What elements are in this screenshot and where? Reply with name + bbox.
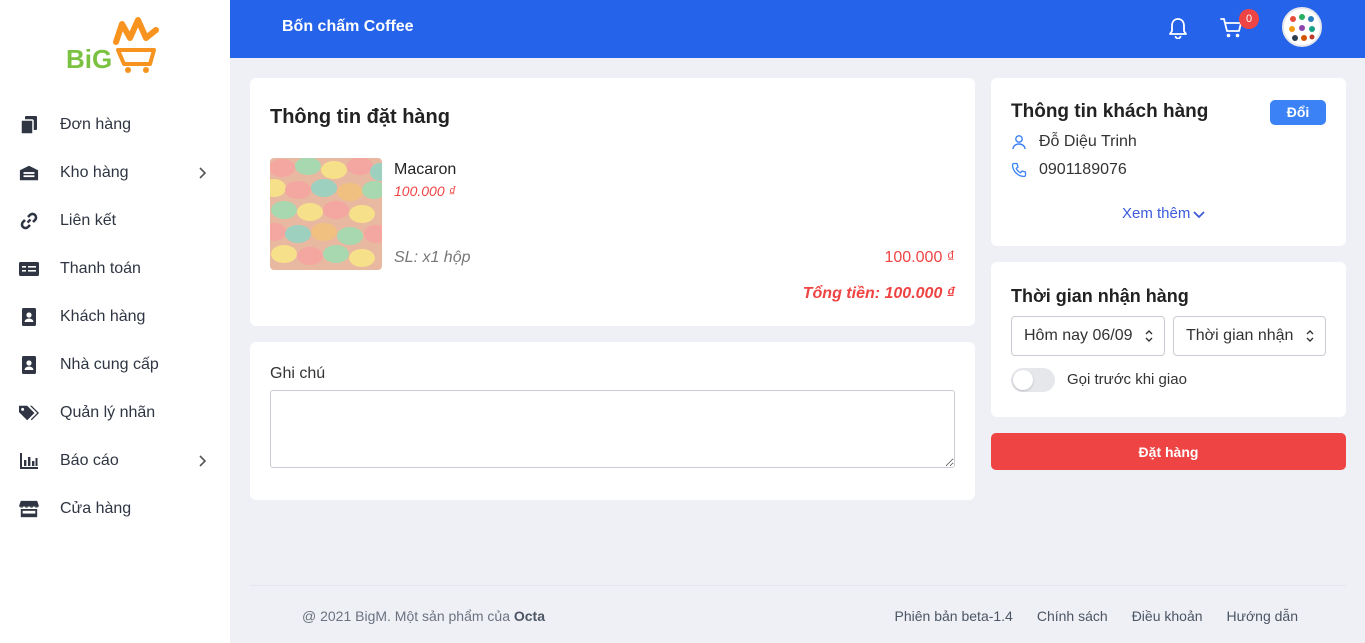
customer-phone-row: 0901189076 xyxy=(1011,161,1127,179)
company-link[interactable]: Octa xyxy=(514,608,545,624)
chevron-right-icon xyxy=(199,455,207,467)
footer-divider xyxy=(250,585,1346,586)
product-unit-price: 100.000 ₫ xyxy=(394,183,456,199)
store-icon xyxy=(19,500,39,518)
bell-icon[interactable] xyxy=(1167,17,1189,39)
footer-links: Phiên bản beta-1.4 Chính sách Điều khoản… xyxy=(895,608,1298,624)
bigm-logo[interactable]: BiG xyxy=(66,16,162,74)
note-textarea[interactable] xyxy=(270,390,955,468)
cart-count-badge: 0 xyxy=(1239,9,1259,29)
sidebar-item-label: Cửa hàng xyxy=(60,500,132,517)
sidebar-item-label: Thanh toán xyxy=(60,260,141,277)
tags-icon xyxy=(19,404,39,422)
sidebar: BiG Đơn hàng Kho hàng Liên kết Thanh toá… xyxy=(0,0,230,643)
sidebar-item-customers[interactable]: Khách hàng xyxy=(0,293,230,341)
order-info-title: Thông tin đặt hàng xyxy=(270,106,450,128)
footer-link-terms[interactable]: Điều khoản xyxy=(1132,608,1203,624)
copyright-text: @ 2021 BigM. Một sản phẩm của xyxy=(302,608,514,624)
sidebar-item-orders[interactable]: Đơn hàng xyxy=(0,101,230,149)
delivery-time-title: Thời gian nhận hàng xyxy=(1011,286,1189,306)
note-label: Ghi chú xyxy=(270,365,326,382)
product-name: Macaron xyxy=(394,161,457,178)
note-card: Ghi chú xyxy=(250,342,975,500)
supplier-book-icon xyxy=(19,356,39,374)
chevron-right-icon xyxy=(199,167,207,179)
contact-book-icon xyxy=(19,308,39,326)
footer-link-policy[interactable]: Chính sách xyxy=(1037,608,1108,624)
show-more-label: Xem thêm xyxy=(1122,205,1191,222)
top-header: Bốn chấm Coffee 0 xyxy=(230,0,1365,58)
customer-name: Đỗ Diệu Trinh xyxy=(1039,133,1137,150)
sidebar-item-store[interactable]: Cửa hàng xyxy=(0,485,230,533)
delivery-day-value: Hôm nay 06/09 xyxy=(1024,327,1133,344)
copyright: @ 2021 BigM. Một sản phẩm của Octa xyxy=(302,608,545,624)
phone-icon xyxy=(1011,162,1027,178)
store-name[interactable]: Bốn chấm Coffee xyxy=(282,18,414,36)
sidebar-nav: Đơn hàng Kho hàng Liên kết Thanh toán Kh… xyxy=(0,101,230,533)
footer-link-guide[interactable]: Hướng dẫn xyxy=(1227,608,1298,624)
delivery-day-select[interactable]: Hôm nay 06/09 xyxy=(1011,316,1165,356)
svg-text:BiG: BiG xyxy=(66,44,112,74)
place-order-button[interactable]: Đặt hàng xyxy=(991,433,1346,470)
document-copy-icon xyxy=(19,116,39,134)
sidebar-item-label: Kho hàng xyxy=(60,164,129,181)
sidebar-item-suppliers[interactable]: Nhà cung cấp xyxy=(0,341,230,389)
avatar[interactable] xyxy=(1282,7,1322,47)
user-icon xyxy=(1012,135,1026,150)
sidebar-item-label: Đơn hàng xyxy=(60,116,131,133)
delivery-time-select[interactable]: Thời gian nhận xyxy=(1173,316,1326,356)
sidebar-item-label: Khách hàng xyxy=(60,308,146,325)
call-before-toggle[interactable] xyxy=(1011,368,1055,392)
link-icon xyxy=(19,212,39,230)
delivery-time-value: Thời gian nhận xyxy=(1186,327,1294,344)
change-customer-button[interactable]: Đổi xyxy=(1270,100,1326,125)
customer-phone: 0901189076 xyxy=(1039,161,1127,178)
sidebar-item-label: Báo cáo xyxy=(60,452,119,469)
delivery-time-card: Thời gian nhận hàng Hôm nay 06/09 Thời g… xyxy=(991,262,1346,417)
product-line-total: 100.000 ₫ xyxy=(884,249,956,266)
customer-info-card: Thông tin khách hàng Đổi Đỗ Diệu Trinh 0… xyxy=(991,78,1346,246)
customer-info-title: Thông tin khách hàng xyxy=(1011,101,1209,122)
sidebar-item-label: Nhà cung cấp xyxy=(60,356,159,373)
bar-chart-icon xyxy=(19,452,39,470)
warehouse-icon xyxy=(19,164,39,182)
sidebar-item-labels[interactable]: Quản lý nhãn xyxy=(0,389,230,437)
order-grand-total: Tổng tiền: 100.000 ₫ xyxy=(802,285,955,302)
order-info-card: Thông tin đặt hàng Macaron 100.000 ₫ SL:… xyxy=(250,78,975,326)
sidebar-item-payment[interactable]: Thanh toán xyxy=(0,245,230,293)
sidebar-item-reports[interactable]: Báo cáo xyxy=(0,437,230,485)
chevron-down-icon xyxy=(1193,210,1205,218)
customer-name-row: Đỗ Diệu Trinh xyxy=(1011,133,1137,151)
call-before-label: Gọi trước khi giao xyxy=(1067,371,1187,388)
product-image xyxy=(270,158,382,270)
footer-link-version[interactable]: Phiên bản beta-1.4 xyxy=(895,608,1013,624)
select-arrows-icon xyxy=(1145,330,1153,342)
sidebar-item-warehouse[interactable]: Kho hàng xyxy=(0,149,230,197)
sidebar-item-links[interactable]: Liên kết xyxy=(0,197,230,245)
payment-card-icon xyxy=(19,260,39,278)
show-more-link[interactable]: Xem thêm xyxy=(1122,205,1205,222)
select-arrows-icon xyxy=(1306,330,1314,342)
sidebar-item-label: Quản lý nhãn xyxy=(60,404,156,421)
product-quantity: SL: x1 hộp xyxy=(394,249,471,266)
sidebar-item-label: Liên kết xyxy=(60,212,117,229)
toggle-knob xyxy=(1013,370,1033,390)
